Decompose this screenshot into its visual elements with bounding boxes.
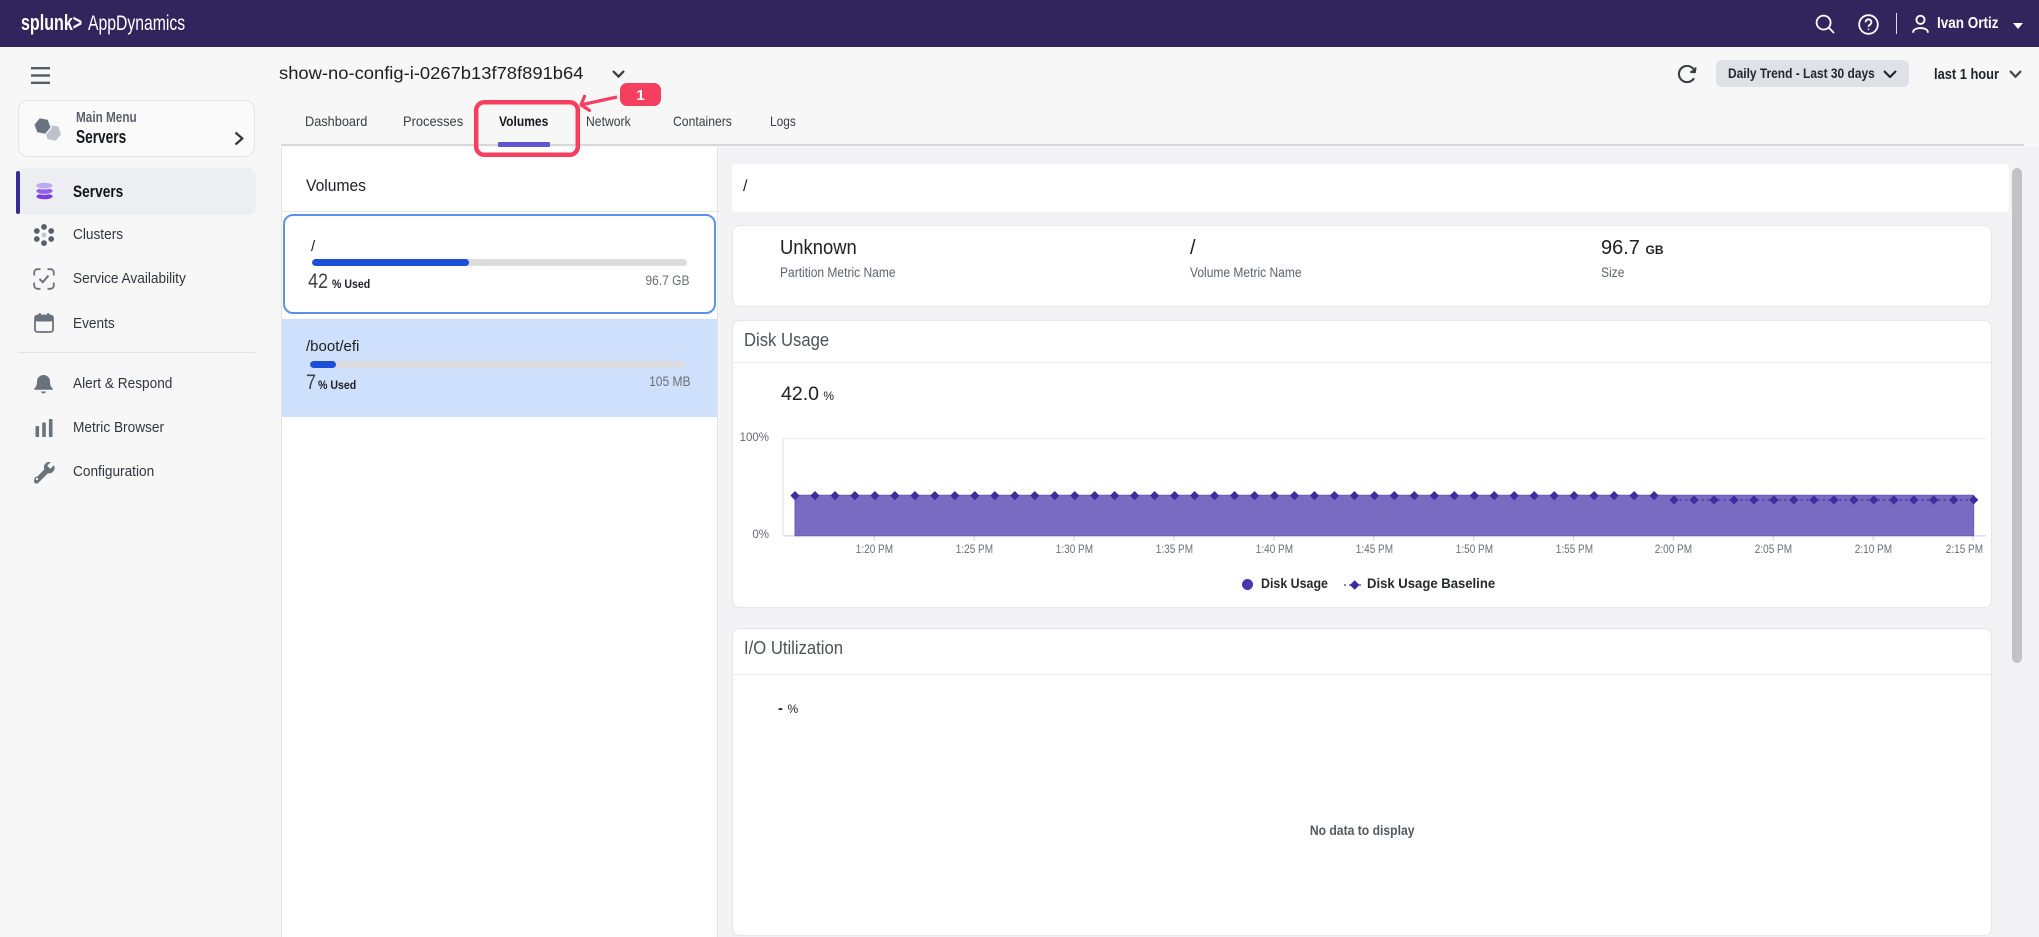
svg-text:1: 1	[636, 87, 644, 104]
